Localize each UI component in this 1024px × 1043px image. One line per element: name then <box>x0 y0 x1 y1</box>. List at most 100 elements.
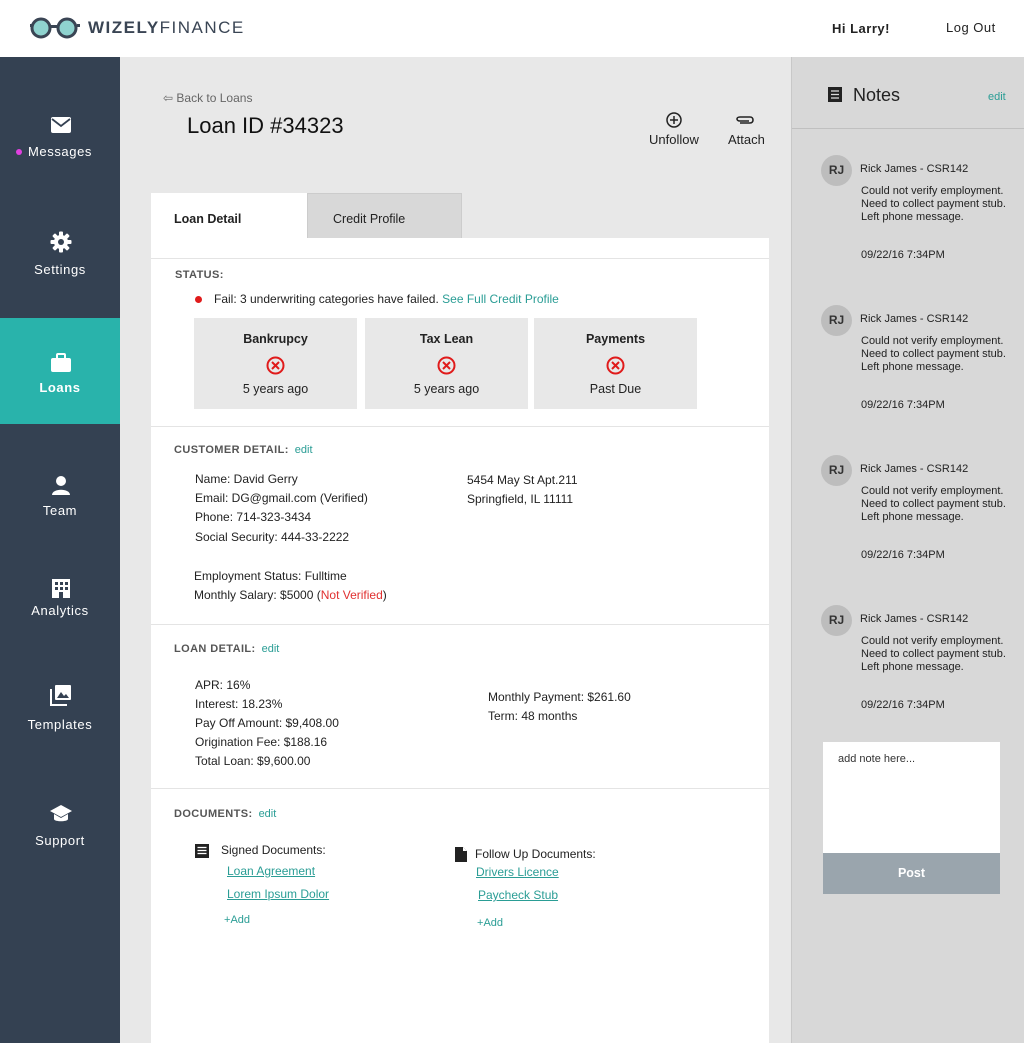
logout-link[interactable]: Log Out <box>946 20 996 35</box>
tab-credit-profile[interactable]: Credit Profile <box>307 193 462 238</box>
back-to-loans-link[interactable]: ⇦ Back to Loans <box>163 91 252 105</box>
loan-edit-link[interactable]: edit <box>262 643 280 655</box>
customer-address-line1: 5454 May St Apt.211 <box>467 473 578 487</box>
divider <box>151 426 769 427</box>
card-subtitle: 5 years ago <box>413 382 480 396</box>
follow-up-documents-label: Follow Up Documents: <box>475 847 596 861</box>
salary-close: ) <box>382 588 387 602</box>
notes-edit-link[interactable]: edit <box>988 91 1006 103</box>
customer-ssn: Social Security: 444-33-2222 <box>195 530 350 544</box>
add-note-input[interactable] <box>823 742 1000 854</box>
sidebar-item-label: Settings <box>34 262 86 277</box>
sidebar-item-messages[interactable]: Messages <box>0 57 120 163</box>
customer-detail-title: CUSTOMER DETAIL: edit <box>174 444 313 456</box>
fail-status-dot <box>195 296 202 303</box>
note-text: Could not verify employment. Need to col… <box>861 635 1006 673</box>
sidebar-item-templates[interactable]: Templates <box>0 674 120 780</box>
loan-monthly-payment: Monthly Payment: $261.60 <box>488 690 631 704</box>
customer-edit-link[interactable]: edit <box>295 444 313 456</box>
glasses-logo-icon <box>30 17 80 39</box>
card-title: Payments <box>585 332 646 346</box>
paycheck-stub-link[interactable]: Paycheck Stub <box>478 888 558 902</box>
loan-agreement-link[interactable]: Loan Agreement <box>227 864 315 878</box>
divider <box>151 624 769 625</box>
post-note-button[interactable]: Post <box>823 853 1000 894</box>
add-follow-up-document-button[interactable]: +Add <box>477 917 503 929</box>
fail-x-circle-icon <box>437 356 456 375</box>
status-card-bankrupcy: Bankrupcy 5 years ago <box>194 318 357 409</box>
tab-loan-detail[interactable]: Loan Detail <box>151 193 307 238</box>
file-icon <box>455 847 467 862</box>
unfollow-label: Unfollow <box>649 132 699 147</box>
attach-button[interactable]: Attach <box>728 112 765 147</box>
note-author: Rick James - CSR142 <box>860 463 969 475</box>
customer-phone: Phone: 714-323-3434 <box>195 510 312 524</box>
note-time: 09/22/16 7:34PM <box>861 249 945 261</box>
loan-origination-fee: Origination Fee: $188.16 <box>195 735 328 749</box>
images-icon <box>50 685 71 706</box>
back-label: Back to Loans <box>176 91 253 105</box>
sidebar-item-team[interactable]: Team <box>0 462 120 568</box>
notes-header: Notes edit <box>792 57 1024 129</box>
notes-panel: Notes edit RJ Rick James - CSR142 Could … <box>791 57 1024 1043</box>
notes-title: Notes <box>853 85 901 105</box>
documents-edit-link[interactable]: edit <box>259 808 277 820</box>
lorem-ipsum-dolor-link[interactable]: Lorem Ipsum Dolor <box>227 887 329 901</box>
building-icon <box>52 579 70 598</box>
gear-icon <box>50 231 72 253</box>
status-message: Fail: 3 underwriting categories have fai… <box>214 292 559 306</box>
documents-title: DOCUMENTS: edit <box>174 808 276 820</box>
envelope-icon <box>51 117 71 133</box>
sidebar-item-analytics[interactable]: Analytics <box>0 568 120 674</box>
signed-documents-label: Signed Documents: <box>221 843 326 857</box>
not-verified-flag: Not Verified <box>320 588 383 602</box>
note-item: RJ Rick James - CSR142 Could not verify … <box>792 605 1024 745</box>
unfollow-button[interactable]: Unfollow <box>649 112 699 147</box>
avatar: RJ <box>821 455 852 486</box>
customer-email: Email: DG@gmail.com (Verified) <box>195 491 368 505</box>
sidebar-item-settings[interactable]: Settings <box>0 163 120 277</box>
arrow-left-icon: ⇦ <box>163 91 174 105</box>
sidebar-item-label: Support <box>35 833 85 848</box>
card-subtitle: Past Due <box>589 382 642 396</box>
sidebar-item-label: Team <box>42 503 78 518</box>
loan-detail-label: LOAN DETAIL: <box>174 643 256 655</box>
page-title: Loan ID #34323 <box>187 113 344 138</box>
note-item: RJ Rick James - CSR142 Could not verify … <box>792 155 1024 295</box>
note-text: Could not verify employment. Need to col… <box>861 185 1006 223</box>
note-author: Rick James - CSR142 <box>860 613 969 625</box>
note-author: Rick James - CSR142 <box>860 163 969 175</box>
note-item: RJ Rick James - CSR142 Could not verify … <box>792 305 1024 445</box>
sidebar-item-label: Templates <box>27 717 93 732</box>
see-credit-profile-link[interactable]: See Full Credit Profile <box>442 292 559 306</box>
drivers-licence-link[interactable]: Drivers Licence <box>476 865 559 879</box>
note-text: Could not verify employment. Need to col… <box>861 335 1006 373</box>
divider <box>151 788 769 789</box>
brand-name: WIZELYFINANCE <box>88 18 245 37</box>
salary-text: Monthly Salary: $5000 ( <box>194 588 321 602</box>
add-label: Add <box>483 917 504 929</box>
plus-circle-icon <box>666 112 682 128</box>
card-title: Bankrupcy <box>243 332 308 346</box>
loan-detail-panel: STATUS: Fail: 3 underwriting categories … <box>151 238 769 1043</box>
sidebar-item-loans[interactable]: Loans <box>0 318 120 424</box>
person-icon <box>52 476 70 495</box>
brand-logo[interactable]: WIZELYFINANCE <box>30 17 245 39</box>
status-card-tax-lean: Tax Lean 5 years ago <box>365 318 528 409</box>
customer-name: Name: David Gerry <box>195 472 298 486</box>
sidebar-item-support[interactable]: Support <box>0 780 120 886</box>
note-item: RJ Rick James - CSR142 Could not verify … <box>792 455 1024 595</box>
note-time: 09/22/16 7:34PM <box>861 399 945 411</box>
greeting: Hi Larry! <box>832 21 890 36</box>
note-time: 09/22/16 7:34PM <box>861 699 945 711</box>
status-card-payments: Payments Past Due <box>534 318 697 409</box>
loan-payoff: Pay Off Amount: $9,408.00 <box>195 716 339 730</box>
employment-status: Employment Status: Fulltime <box>194 569 347 583</box>
add-signed-document-button[interactable]: +Add <box>224 914 250 926</box>
note-text: Could not verify employment. Need to col… <box>861 485 1006 523</box>
divider <box>151 258 769 259</box>
note-time: 09/22/16 7:34PM <box>861 549 945 561</box>
loan-apr: APR: 16% <box>195 678 251 692</box>
attach-label: Attach <box>728 132 765 147</box>
avatar: RJ <box>821 305 852 336</box>
